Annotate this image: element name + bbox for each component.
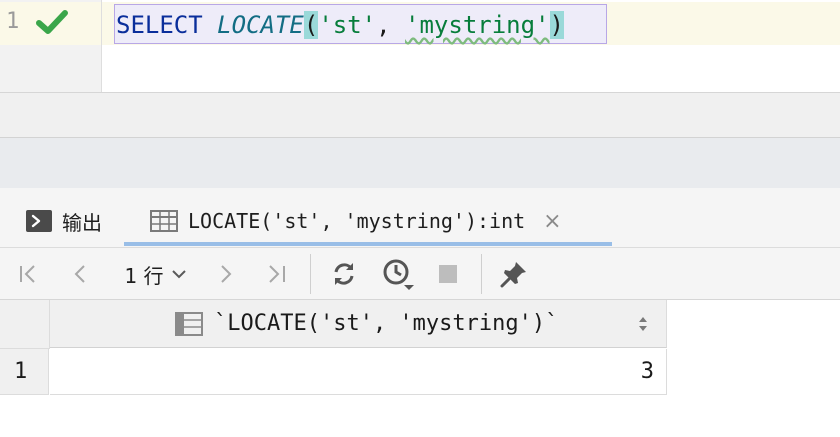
refresh-icon[interactable] <box>328 258 360 290</box>
sql-query-line[interactable]: SELECT LOCATE('st', 'mystring') <box>116 7 564 43</box>
open-paren: ( <box>303 11 319 39</box>
editor-bottom-area <box>0 92 840 137</box>
sort-icon[interactable] <box>636 314 650 334</box>
first-page-icon[interactable] <box>14 258 42 290</box>
sql-string-arg2: 'mystring' <box>405 11 550 39</box>
sql-comma: , <box>376 11 406 39</box>
tab-result[interactable]: LOCATE('st', 'mystring'):int × <box>150 206 562 236</box>
row-number[interactable]: 1 <box>0 349 49 395</box>
close-paren: ) <box>549 11 564 39</box>
page-size-label: 1 行 <box>124 263 164 288</box>
page-size-selector[interactable]: 1 行 <box>116 258 196 290</box>
column-header[interactable]: `LOCATE('st', 'mystring')` <box>50 300 667 348</box>
pin-icon[interactable] <box>497 258 531 290</box>
close-icon[interactable]: × <box>543 209 561 234</box>
last-page-icon[interactable] <box>262 258 292 290</box>
previous-page-icon[interactable] <box>66 258 94 290</box>
line-number: 1 <box>6 9 20 34</box>
sql-keyword-select: SELECT <box>116 11 203 39</box>
sql-function-name: LOCATE <box>217 11 304 39</box>
sql-string-arg1: 'st' <box>318 11 377 39</box>
toolbar-divider <box>481 254 482 294</box>
history-icon[interactable] <box>380 258 416 290</box>
column-icon <box>175 311 203 336</box>
active-tab-indicator <box>124 242 612 246</box>
tool-window-header <box>0 137 840 188</box>
next-page-icon[interactable] <box>212 258 240 290</box>
tab-output[interactable]: 输出 <box>26 206 102 236</box>
table-icon <box>150 210 178 232</box>
tab-output-label: 输出 <box>62 210 102 235</box>
console-icon <box>26 210 52 232</box>
chevron-down-icon <box>171 270 186 279</box>
column-header-label: `LOCATE('st', 'mystring')` <box>214 311 559 336</box>
table-cell[interactable]: 3 <box>50 349 667 395</box>
grid-corner[interactable] <box>0 300 50 349</box>
check-icon <box>36 10 68 34</box>
stop-icon[interactable] <box>434 258 462 290</box>
toolbar-divider <box>310 254 311 294</box>
tab-result-label: LOCATE('st', 'mystring'):int <box>188 209 526 233</box>
